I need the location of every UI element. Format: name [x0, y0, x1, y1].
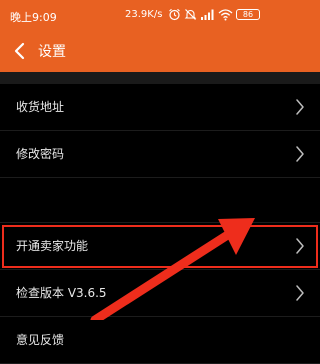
chevron-right-icon: [296, 146, 304, 162]
battery-icon: 86: [236, 9, 260, 20]
page-title: 设置: [38, 44, 66, 60]
wifi-icon: [218, 9, 233, 21]
status-bar: 晚上9:09 23.9K/s 86: [0, 0, 320, 30]
alarm-icon: [169, 8, 180, 21]
chevron-right-icon: [296, 285, 304, 301]
status-time: 晚上9:09: [10, 11, 57, 24]
settings-item-label: 收货地址: [16, 100, 65, 114]
settings-item-feedback[interactable]: 意见反馈: [0, 317, 320, 364]
settings-item-check-version[interactable]: 检查版本 V3.6.5: [0, 270, 320, 317]
settings-list: 收货地址 修改密码 开通卖家功能 检查版本 V3.6.5 意见反馈: [0, 84, 320, 364]
back-button[interactable]: [6, 36, 34, 66]
network-speed: 23.9K/s: [125, 9, 163, 20]
signal-icon: [201, 9, 214, 20]
settings-item-label: 检查版本 V3.6.5: [16, 286, 107, 300]
app-header-bar: 晚上9:09 23.9K/s 86 设置: [0, 0, 320, 72]
spacer-row: [0, 178, 320, 223]
mute-icon: [184, 9, 197, 20]
battery-level: 86: [242, 10, 254, 19]
chevron-right-icon: [296, 99, 304, 115]
settings-item-enable-seller[interactable]: 开通卖家功能: [0, 223, 320, 270]
chevron-left-icon: [14, 42, 25, 60]
page-header: 设置: [0, 30, 320, 72]
settings-item-label: 修改密码: [16, 147, 65, 161]
settings-item-label: 意见反馈: [16, 333, 65, 347]
settings-item-label: 开通卖家功能: [16, 239, 89, 253]
settings-item-change-password[interactable]: 修改密码: [0, 131, 320, 178]
section-divider: [0, 72, 320, 84]
chevron-right-icon: [296, 238, 304, 254]
settings-item-shipping-address[interactable]: 收货地址: [0, 84, 320, 131]
